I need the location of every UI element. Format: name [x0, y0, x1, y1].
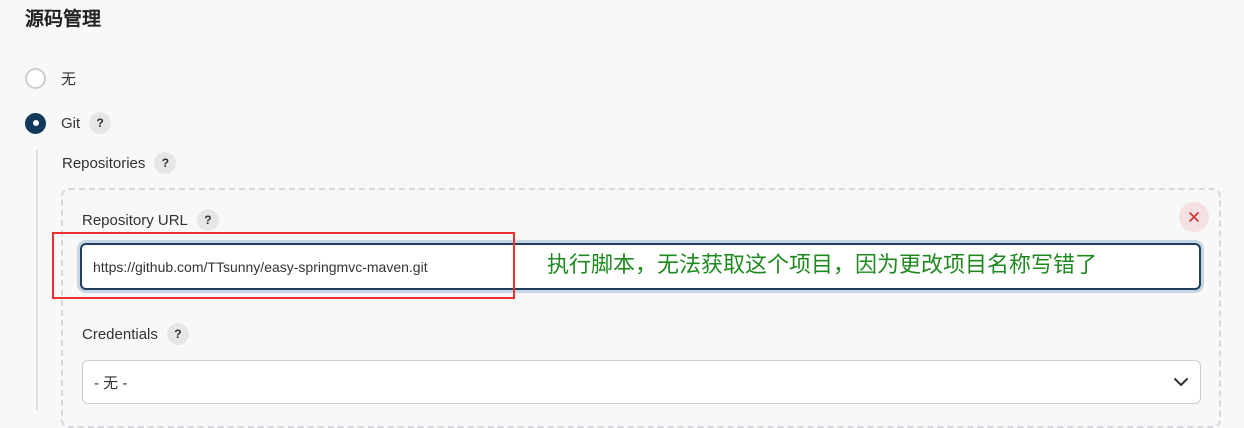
radio-git-label: Git — [61, 114, 81, 132]
repositories-label-row: Repositories ? — [62, 152, 177, 174]
scm-option-git[interactable]: Git ? — [25, 112, 112, 134]
repository-url-label: Repository URL — [82, 211, 188, 229]
help-icon[interactable]: ? — [154, 152, 177, 174]
radio-none-label: 无 — [61, 71, 77, 88]
radio-git[interactable] — [25, 112, 46, 134]
annotation-text: 执行脚本，无法获取这个项目，因为更改项目名称写错了 — [547, 253, 1098, 278]
radio-none[interactable] — [25, 68, 46, 89]
credentials-select-value: - 无 - — [94, 374, 128, 392]
credentials-label: Credentials — [82, 325, 158, 343]
delete-repository-button[interactable] — [1179, 202, 1209, 232]
repositories-label: Repositories — [62, 154, 146, 172]
scm-option-none[interactable]: 无 — [25, 68, 76, 89]
help-icon[interactable]: ? — [196, 209, 219, 231]
credentials-label-row: Credentials ? — [82, 323, 189, 345]
section-title: 源码管理 — [25, 9, 102, 30]
help-icon[interactable]: ? — [166, 323, 189, 345]
radio-dot — [32, 120, 39, 126]
repository-url-label-row: Repository URL ? — [82, 209, 219, 231]
git-section-divider — [36, 150, 38, 410]
chevron-down-icon — [1174, 378, 1188, 386]
credentials-select[interactable]: - 无 - — [82, 360, 1201, 404]
close-icon — [1189, 212, 1199, 222]
help-icon[interactable]: ? — [89, 112, 112, 134]
